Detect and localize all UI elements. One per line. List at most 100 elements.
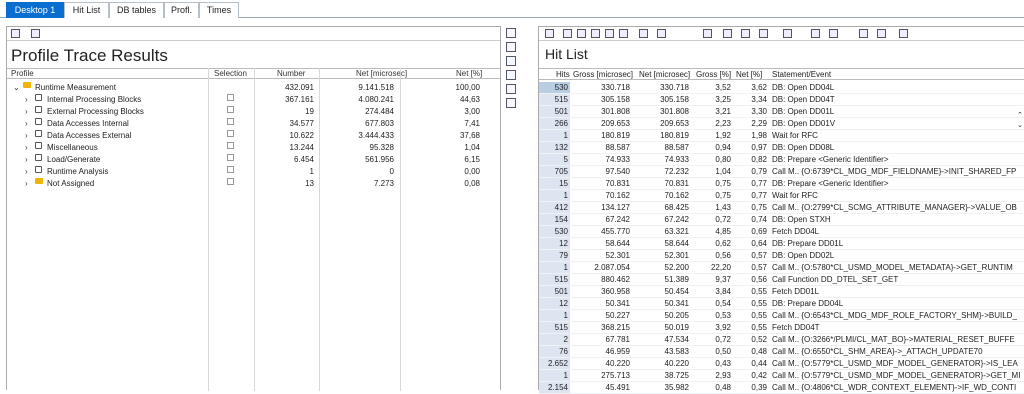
details-icon[interactable]: [859, 29, 868, 38]
table-row[interactable]: 501 301.808 301.808 3,21 3,30 DB: Open DD01L: [539, 106, 1024, 118]
folder-icon[interactable]: [506, 42, 516, 52]
selection-checkbox[interactable]: [227, 106, 234, 113]
table-row[interactable]: 5 74.933 74.933 0,80 0,82 DB: Prepare <Generi…: [539, 154, 1024, 166]
chevron-right-icon[interactable]: ›: [25, 118, 28, 130]
tab-desktop-1[interactable]: Desktop 1: [6, 2, 64, 18]
scrollbar[interactable]: ⌃ ⌄: [1016, 81, 1024, 391]
col-number[interactable]: Number: [277, 69, 305, 79]
layout-icon[interactable]: [783, 29, 792, 38]
view-icon[interactable]: [723, 29, 732, 38]
table-row[interactable]: 530 330.718 330.718 3,52 3,62 DB: Open DD04L: [539, 82, 1024, 94]
selection-checkbox[interactable]: [227, 178, 234, 185]
find-next-icon[interactable]: [605, 29, 614, 38]
col-net-percent[interactable]: Net [%]: [456, 69, 482, 79]
chevron-right-icon[interactable]: ›: [25, 166, 28, 178]
col-statement-event[interactable]: Statement/Event: [772, 69, 831, 80]
sum-icon[interactable]: [639, 29, 648, 38]
chevron-right-icon[interactable]: ›: [25, 106, 28, 118]
table-row[interactable]: 15 70.831 70.831 0,75 0,77 DB: Prepare <Gener…: [539, 178, 1024, 190]
col-net-percent[interactable]: Net [%]: [736, 69, 762, 80]
tree-row[interactable]: › Data Accesses External 10.622 3.444.433 37…: [7, 130, 500, 142]
tree-icon[interactable]: [811, 29, 820, 38]
table-row[interactable]: 2 67.781 47.534 0,72 0,52 Call M.. {O:3266*/P…: [539, 334, 1024, 346]
table-row[interactable]: 132 88.587 88.587 0,94 0,97 DB: Open DD08L: [539, 142, 1024, 154]
navigate-icon[interactable]: [899, 29, 908, 38]
selection-checkbox[interactable]: [227, 142, 234, 149]
spreadsheet-icon[interactable]: [759, 29, 768, 38]
selection-checkbox[interactable]: [227, 118, 234, 125]
table-row[interactable]: 515 368.215 50.019 3,92 0,55 Fetch DD04T: [539, 322, 1024, 334]
zoom-icon[interactable]: [545, 29, 554, 38]
tree-row[interactable]: ⌄ Runtime Measurement 432.091 9.141.518 100,…: [7, 82, 500, 94]
table-row[interactable]: 1 70.162 70.162 0,75 0,77 Wait for RFC: [539, 190, 1024, 202]
tree-row[interactable]: › Miscellaneous 13.244 95.328 1,04: [7, 142, 500, 154]
print-icon[interactable]: [703, 29, 712, 38]
chevron-up-icon[interactable]: ⌃: [1017, 111, 1023, 119]
table-row[interactable]: 2.154 45.491 35.982 0,48 0,39 Call M.. {O:480…: [539, 382, 1024, 394]
col-gross-microsec[interactable]: Gross [microsec]: [573, 69, 633, 80]
tab-profl[interactable]: Profl.: [164, 2, 199, 18]
table-row[interactable]: 1 2.087.054 52.200 22,20 0,57 Call M.. {O:578…: [539, 262, 1024, 274]
table-row[interactable]: 266 209.653 209.653 2,23 2,29 DB: Open DD01V: [539, 118, 1024, 130]
selection-checkbox[interactable]: [227, 94, 234, 101]
table-row[interactable]: 501 360.958 50.454 3,84 0,55 Fetch DD01L: [539, 286, 1024, 298]
subtotal-icon[interactable]: [657, 29, 666, 38]
selection-checkbox[interactable]: [227, 166, 234, 173]
col-selection[interactable]: Selection: [214, 69, 247, 79]
tree-row[interactable]: › Internal Processing Blocks 367.161 4.080.…: [7, 94, 500, 106]
selection-checkbox[interactable]: [227, 154, 234, 161]
tree-row[interactable]: › Runtime Analysis 1 0 0,00: [7, 166, 500, 178]
table-row[interactable]: 1 275.713 38.725 2,93 0,42 Call M.. {O:5779*C…: [539, 370, 1024, 382]
document-icon[interactable]: [506, 28, 516, 38]
table-row[interactable]: 1 180.819 180.819 1,92 1,98 Wait for RFC: [539, 130, 1024, 142]
export-icon[interactable]: [741, 29, 750, 38]
export-icon[interactable]: [31, 29, 40, 38]
close-icon[interactable]: [506, 70, 516, 80]
chevron-down-icon[interactable]: ⌄: [1017, 121, 1023, 129]
table-row[interactable]: 2.652 40.220 40.220 0,43 0,44 Call M.. {O:577…: [539, 358, 1024, 370]
chevron-right-icon[interactable]: ›: [25, 154, 28, 166]
tree-row[interactable]: › External Processing Blocks 19 274.484 3,00: [7, 106, 500, 118]
chevron-right-icon[interactable]: ›: [25, 142, 28, 154]
tab-db-tables[interactable]: DB tables: [109, 2, 164, 18]
net-cell: 63.321: [664, 227, 689, 236]
filter-icon[interactable]: [619, 29, 628, 38]
chevron-down-icon[interactable]: ⌄: [13, 82, 20, 94]
sort-ascending-icon[interactable]: [563, 29, 572, 38]
col-profile[interactable]: Profile: [11, 69, 34, 79]
col-net-microsec[interactable]: Net [microsec]: [639, 69, 690, 80]
layout-icon[interactable]: [11, 29, 20, 38]
find-icon[interactable]: [591, 29, 600, 38]
sort-descending-icon[interactable]: [577, 29, 586, 38]
col-gross-percent[interactable]: Gross [%]: [696, 69, 731, 80]
gross-pct-cell: 0,56: [715, 251, 731, 260]
chevron-right-icon[interactable]: ›: [25, 94, 28, 106]
table-row[interactable]: 705 97.540 72.232 1,04 0,79 Call M.. {O:6739*…: [539, 166, 1024, 178]
tree-row[interactable]: › Load/Generate 6.454 561.956 6,15: [7, 154, 500, 166]
table-row[interactable]: 412 134.127 68.425 1,43 0,75 Call M.. {O:2799…: [539, 202, 1024, 214]
tree-row[interactable]: › Data Accesses Internal 34.577 677.803 7,41: [7, 118, 500, 130]
col-hits[interactable]: Hits: [556, 69, 570, 80]
tab-times[interactable]: Times: [199, 2, 239, 18]
tab-hit-list[interactable]: Hit List: [64, 2, 109, 18]
print-icon[interactable]: [506, 84, 516, 94]
selection-checkbox[interactable]: [227, 130, 234, 137]
table-row[interactable]: 515 880.462 51.389 9,37 0,56 Call Function DD…: [539, 274, 1024, 286]
export-list-icon[interactable]: [877, 29, 886, 38]
chevron-right-icon[interactable]: ›: [25, 178, 28, 190]
filter-icon[interactable]: [506, 56, 516, 66]
chevron-right-icon[interactable]: ›: [25, 130, 28, 142]
settings-icon[interactable]: [506, 98, 516, 108]
table-row[interactable]: 76 46.959 43.583 0,50 0,48 Call M.. {O:6550*C…: [539, 346, 1024, 358]
table-row[interactable]: 530 455.770 63.321 4,85 0,69 Fetch DD04L: [539, 226, 1024, 238]
table-row[interactable]: 1 50.227 50.205 0,53 0,55 Call M.. {O:6543*CL…: [539, 310, 1024, 322]
pct-cell: 0,08: [464, 179, 480, 188]
tree-row[interactable]: › Not Assigned 13 7.273 0,08: [7, 178, 500, 190]
table-row[interactable]: 12 50.341 50.341 0,54 0,55 DB: Prepare DD04L: [539, 298, 1024, 310]
chart-icon[interactable]: [829, 29, 838, 38]
table-row[interactable]: 79 52.301 52.301 0,56 0,57 DB: Open DD02L: [539, 250, 1024, 262]
table-row[interactable]: 154 67.242 67.242 0,72 0,74 DB: Open STXH: [539, 214, 1024, 226]
tree-row-label: Not Assigned: [47, 179, 95, 188]
table-row[interactable]: 515 305.158 305.158 3,25 3,34 DB: Open DD04T: [539, 94, 1024, 106]
table-row[interactable]: 12 58.644 58.644 0,62 0,64 DB: Prepare DD01L: [539, 238, 1024, 250]
